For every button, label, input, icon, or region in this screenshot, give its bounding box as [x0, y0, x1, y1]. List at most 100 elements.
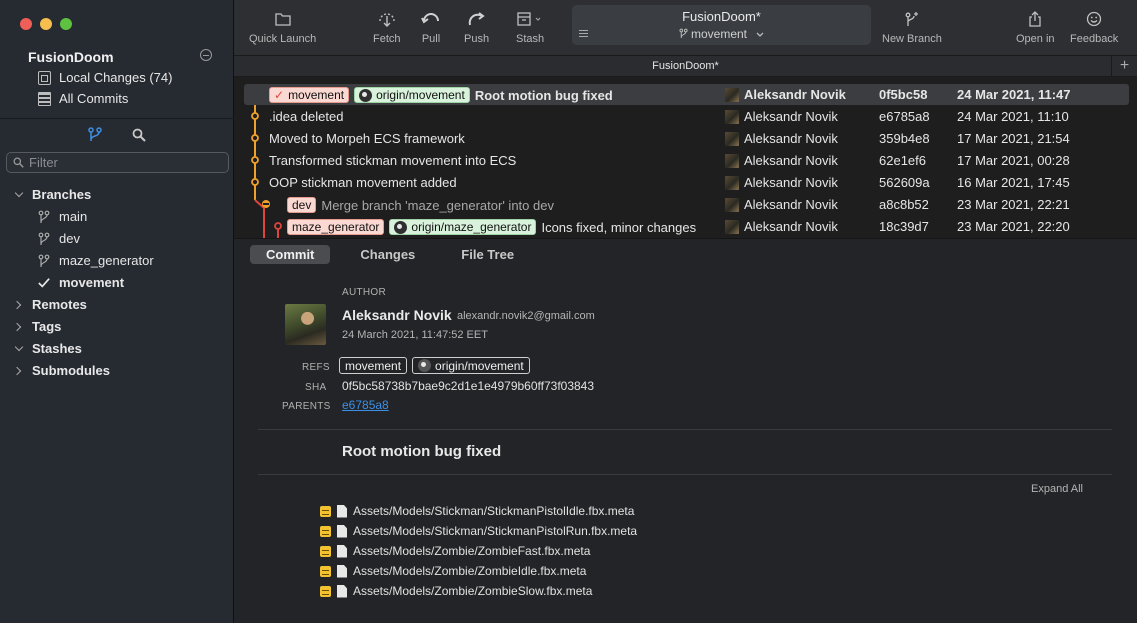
tab-commit[interactable]: Commit	[250, 245, 331, 264]
changed-file-item[interactable]: Assets/Models/Zombie/ZombieSlow.fbx.meta	[320, 584, 592, 598]
tab-changes[interactable]: Changes	[344, 245, 431, 264]
pull-icon	[421, 12, 439, 24]
commit-message: Root motion bug fixed	[474, 87, 613, 103]
window-title: FusionDoom*	[682, 9, 761, 24]
search-tab[interactable]	[130, 126, 148, 144]
modified-icon	[320, 505, 331, 517]
chevron-right-icon	[14, 322, 24, 332]
modified-icon	[320, 525, 331, 537]
github-icon	[394, 220, 408, 234]
file-path: Assets/Models/Stickman/StickmanPistolRun…	[353, 524, 638, 538]
document-tab[interactable]: FusionDoom*	[234, 60, 1137, 72]
section-branches-label: Branches	[32, 187, 92, 202]
avatar	[285, 304, 326, 345]
chevron-right-icon	[14, 366, 24, 376]
section-remotes[interactable]: Remotes	[14, 297, 87, 312]
changed-file-item[interactable]: Assets/Models/Zombie/ZombieFast.fbx.meta	[320, 544, 590, 558]
commit-author: Aleksandr Novik	[744, 87, 846, 102]
chevron-down-icon	[756, 32, 764, 37]
avatar	[725, 109, 739, 124]
commit-date: 24 Mar 2021, 11:10	[957, 109, 1069, 124]
commit-sha: 18c39d7	[879, 219, 929, 234]
commit-list: ✓ movement origin/movement Root motion bu…	[234, 83, 1137, 238]
collapse-repo-icon[interactable]	[200, 49, 212, 61]
stash-icon	[517, 11, 541, 26]
ref-badge-local[interactable]: movement	[339, 357, 408, 374]
changed-file-item[interactable]: Assets/Models/Stickman/StickmanPistolRun…	[320, 524, 637, 538]
repo-branch-selector[interactable]: FusionDoom* movement	[572, 5, 871, 45]
quick-launch-button[interactable]: Quick Launch	[249, 10, 316, 45]
push-button[interactable]: Push	[464, 10, 489, 45]
avatar	[725, 219, 739, 234]
commit-message: Transformed stickman movement into ECS	[269, 153, 517, 168]
branch-item-dev[interactable]: dev	[38, 231, 80, 246]
parent-commit-link[interactable]: e6785a8	[342, 398, 389, 412]
push-icon	[468, 11, 485, 25]
branches-tab[interactable]	[86, 126, 104, 144]
fetch-button[interactable]: Fetch	[373, 10, 401, 45]
section-submodules[interactable]: Submodules	[14, 363, 110, 378]
expand-all-button[interactable]: Expand All	[1031, 483, 1083, 495]
nav-all-commits[interactable]: All Commits	[38, 91, 128, 106]
author-date: 24 March 2021, 11:47:52 EET	[342, 329, 488, 341]
section-branches[interactable]: Branches	[14, 187, 91, 202]
author-name: Aleksandr Novik	[342, 307, 452, 323]
section-tags[interactable]: Tags	[14, 319, 61, 334]
section-stashes[interactable]: Stashes	[14, 341, 82, 356]
commit-row[interactable]: Transformed stickman movement into ECS A…	[244, 150, 1129, 171]
filter-field[interactable]	[6, 152, 229, 173]
chevron-down-icon	[14, 344, 24, 354]
commit-row[interactable]: maze_generator origin/maze_generator Ico…	[244, 216, 1129, 237]
commit-sha: a8c8b52	[879, 197, 929, 212]
branch-icon	[38, 210, 50, 223]
modified-icon	[320, 565, 331, 577]
commit-date: 23 Mar 2021, 22:21	[957, 197, 1070, 212]
ref-badge-local[interactable]: maze_generator	[287, 219, 385, 235]
window-controls	[20, 18, 72, 30]
avatar	[725, 153, 739, 168]
stash-button[interactable]: Stash	[516, 10, 544, 45]
github-icon	[359, 88, 373, 102]
close-window-button[interactable]	[20, 18, 32, 30]
feedback-button[interactable]: Feedback	[1070, 10, 1118, 45]
chevron-right-icon	[14, 300, 24, 310]
document-tab-bar: FusionDoom* +	[234, 55, 1137, 77]
ref-badge-remote[interactable]: origin/movement	[354, 87, 470, 103]
commit-row[interactable]: dev Merge branch 'maze_generator' into d…	[244, 194, 1129, 215]
tab-file-tree[interactable]: File Tree	[445, 245, 530, 264]
open-in-button[interactable]: Open in	[1016, 10, 1055, 45]
commit-row[interactable]: Moved to Morpeh ECS framework Aleksandr …	[244, 128, 1129, 149]
branch-item-maze-generator[interactable]: maze_generator	[38, 253, 154, 268]
commit-row[interactable]: OOP stickman movement added Aleksandr No…	[244, 172, 1129, 193]
branch-item-movement[interactable]: movement	[38, 275, 124, 290]
sha-label: SHA	[305, 382, 327, 393]
file-icon	[337, 584, 347, 598]
minimize-window-button[interactable]	[40, 18, 52, 30]
current-branch-selector[interactable]: movement	[572, 27, 871, 41]
filter-input[interactable]	[29, 155, 219, 170]
new-branch-button[interactable]: New Branch	[882, 10, 942, 45]
ref-badge-remote[interactable]: origin/maze_generator	[389, 219, 537, 235]
pull-button[interactable]: Pull	[421, 10, 441, 45]
commit-row[interactable]: .idea deleted Aleksandr Novik e6785a8 24…	[244, 106, 1129, 127]
branch-item-main[interactable]: main	[38, 209, 87, 224]
commit-sha: 62e1ef6	[879, 153, 926, 168]
file-path: Assets/Models/Zombie/ZombieSlow.fbx.meta	[353, 584, 593, 598]
ref-badge-local[interactable]: ✓ movement	[269, 87, 350, 103]
ref-badge-remote[interactable]: origin/movement	[412, 357, 530, 374]
quick-launch-label: Quick Launch	[249, 33, 317, 45]
commit-date: 16 Mar 2021, 17:45	[957, 175, 1070, 190]
search-icon	[132, 128, 146, 142]
zoom-window-button[interactable]	[60, 18, 72, 30]
nav-local-changes[interactable]: Local Changes (74)	[38, 70, 172, 85]
commit-author: Aleksandr Novik	[744, 197, 838, 212]
changed-file-item[interactable]: Assets/Models/Zombie/ZombieIdle.fbx.meta	[320, 564, 586, 578]
ref-badge-local[interactable]: dev	[287, 197, 317, 213]
changed-file-item[interactable]: Assets/Models/Stickman/StickmanPistolIdl…	[320, 504, 634, 518]
commit-row[interactable]: ✓ movement origin/movement Root motion bu…	[244, 84, 1129, 105]
new-tab-button[interactable]: +	[1111, 56, 1137, 76]
refs-label: REFS	[302, 362, 330, 373]
toolbar: Quick Launch Fetch Pull Push Stash Fusio…	[234, 0, 1137, 55]
commit-message: Icons fixed, minor changes	[541, 219, 697, 235]
commit-author: Aleksandr Novik	[744, 109, 838, 124]
